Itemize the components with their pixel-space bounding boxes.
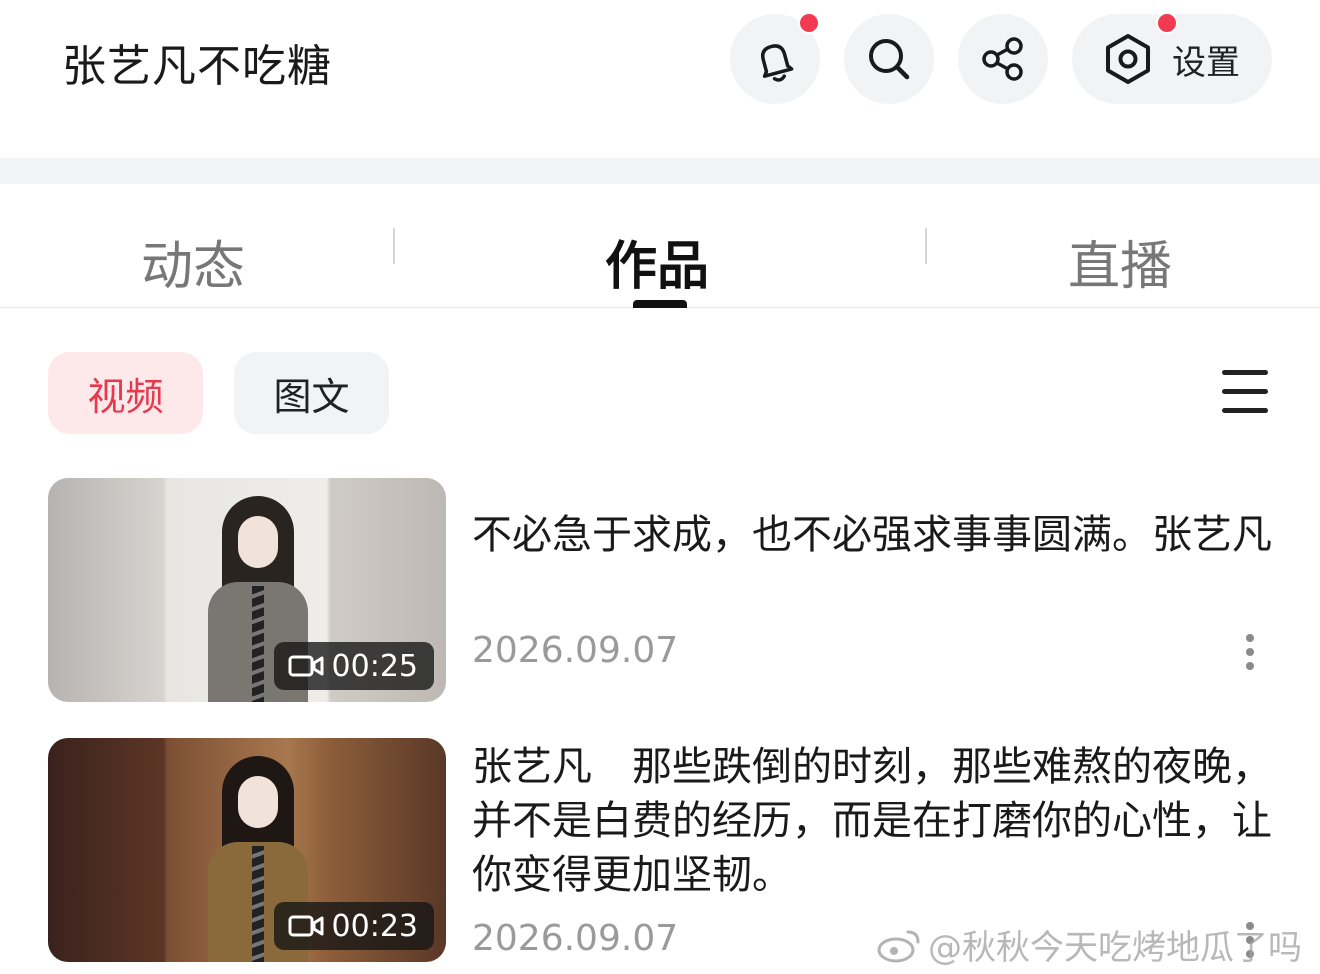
- item-date: 2026.09.07: [472, 918, 679, 959]
- notification-button[interactable]: [730, 12, 820, 104]
- item-title[interactable]: 张艺凡 那些跌倒的时刻，那些难熬的夜晚，并不是白费的经历，而是在打磨你的心性，让…: [472, 740, 1272, 902]
- duration-badge: 00:25: [273, 642, 434, 690]
- watermark-text: @秋秋今天吃烤地瓜了吗: [928, 928, 1302, 968]
- duration-badge: 00:23: [273, 902, 434, 950]
- profile-tabs: 动态 作品 直播: [0, 184, 1320, 308]
- item-title[interactable]: 不必急于求成，也不必强求事事圆满。张艺凡: [472, 508, 1272, 562]
- settings-button[interactable]: 设置: [1072, 12, 1272, 104]
- watermark: @秋秋今天吃烤地瓜了吗: [876, 920, 1302, 969]
- settings-dot: [1156, 12, 1178, 34]
- tab-works[interactable]: 作品: [605, 224, 709, 299]
- weibo-logo-icon: [877, 930, 920, 962]
- duration-text: 00:25: [331, 648, 418, 684]
- settings-label: 设置: [1172, 42, 1240, 83]
- section-divider: [0, 158, 1320, 184]
- share-button[interactable]: [958, 14, 1048, 104]
- video-camera-icon: [288, 655, 324, 677]
- tab-separator: [925, 228, 927, 264]
- bell-icon: [761, 44, 794, 82]
- more-options-icon[interactable]: [1240, 634, 1260, 674]
- share-icon: [982, 37, 1023, 81]
- search-button[interactable]: [844, 14, 934, 104]
- active-tab-indicator: [633, 300, 687, 308]
- video-camera-icon: [288, 915, 324, 937]
- notification-dot: [798, 12, 820, 34]
- filter-image-text-chip[interactable]: 图文: [234, 352, 389, 434]
- profile-header: 张艺凡不吃糖 设置: [0, 0, 1320, 160]
- filter-video-chip[interactable]: 视频: [48, 352, 203, 434]
- menu-icon[interactable]: [1222, 370, 1268, 414]
- search-icon: [869, 39, 910, 80]
- tab-live[interactable]: 直播: [1068, 224, 1172, 299]
- tab-separator: [393, 228, 395, 264]
- video-thumbnail[interactable]: 00:25: [48, 478, 446, 702]
- item-date: 2026.09.07: [472, 630, 679, 671]
- hexagon-gear-icon: [1106, 34, 1150, 84]
- tab-dynamics[interactable]: 动态: [141, 224, 245, 299]
- video-thumbnail[interactable]: 00:23: [48, 738, 446, 962]
- duration-text: 00:23: [331, 908, 418, 944]
- profile-username: 张艺凡不吃糖: [62, 41, 332, 92]
